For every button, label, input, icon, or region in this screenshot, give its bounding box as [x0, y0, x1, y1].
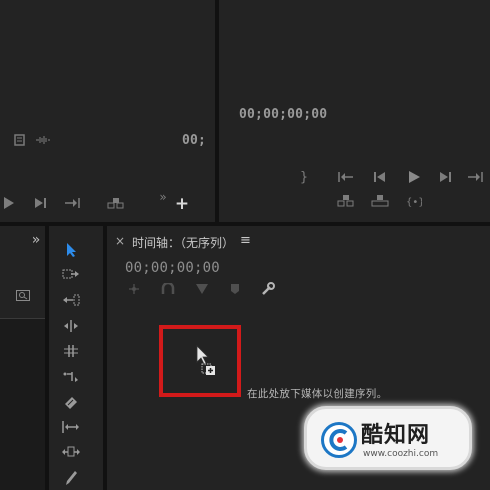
nest-icon[interactable]	[125, 282, 143, 296]
source-monitor-panel: 00; » +	[0, 0, 215, 222]
svg-text:{•}: {•}	[406, 197, 422, 207]
program-timecode[interactable]: 00;00;00;00	[239, 107, 327, 122]
snap-icon[interactable]	[159, 282, 177, 296]
lift-icon[interactable]	[337, 194, 355, 208]
extract-icon[interactable]	[371, 194, 389, 208]
drag-cursor-icon	[194, 344, 218, 376]
add-marker-icon[interactable]	[226, 282, 244, 296]
ripple-edit-tool-icon[interactable]	[62, 292, 80, 308]
go-to-out-icon[interactable]	[467, 170, 485, 184]
play-icon[interactable]	[405, 170, 423, 184]
close-tab-button[interactable]: ×	[115, 234, 125, 248]
drop-media-hint: 在此处放下媒体以创建序列。	[247, 388, 388, 400]
audio-waveform-icon[interactable]	[34, 133, 52, 147]
watermark-logo	[321, 422, 357, 458]
go-to-out-icon[interactable]	[64, 196, 82, 210]
timeline-tab-title[interactable]: 时间轴：（无序列）	[132, 234, 234, 251]
razor-tool-icon[interactable]	[62, 368, 80, 384]
project-list-area[interactable]	[0, 318, 45, 490]
step-forward-icon[interactable]	[437, 170, 455, 184]
panel-expand-button[interactable]: »	[27, 232, 45, 248]
slide-tool-icon[interactable]	[62, 419, 80, 435]
timeline-timecode[interactable]: 00;00;00;00	[125, 260, 220, 276]
selection-tool-icon[interactable]	[62, 242, 80, 258]
add-button[interactable]: +	[173, 194, 191, 214]
more-controls-icon[interactable]: »	[154, 190, 172, 204]
go-to-in-icon[interactable]	[337, 170, 355, 184]
step-back-icon[interactable]	[371, 170, 389, 184]
slip-tool-icon[interactable]	[62, 394, 80, 410]
mark-out-icon[interactable]: }	[295, 170, 313, 185]
clip-icon[interactable]	[10, 133, 28, 147]
find-icon[interactable]	[14, 288, 32, 302]
pen-tool-icon[interactable]	[62, 444, 80, 460]
track-select-tool-icon[interactable]	[62, 266, 80, 282]
panel-menu-button[interactable]: ≡	[240, 233, 251, 248]
rolling-edit-tool-icon[interactable]	[62, 318, 80, 334]
rate-stretch-tool-icon[interactable]	[62, 343, 80, 359]
insert-icon[interactable]	[107, 196, 125, 210]
play-icon[interactable]	[0, 196, 18, 210]
step-forward-icon[interactable]	[32, 196, 50, 210]
source-timecode[interactable]: 00;	[182, 133, 206, 148]
linked-selection-icon[interactable]	[193, 282, 211, 296]
watermark-name: 酷知网	[361, 423, 431, 448]
export-frame-icon[interactable]: {•}	[405, 194, 423, 208]
program-monitor-panel: 00;00;00;00 } {•}	[219, 0, 490, 222]
timeline-settings-wrench-icon[interactable]	[259, 282, 277, 296]
hand-tool-icon[interactable]	[62, 470, 80, 486]
watermark: 酷知网 www.coozhi.com	[304, 406, 472, 470]
watermark-url: www.coozhi.com	[363, 449, 439, 459]
